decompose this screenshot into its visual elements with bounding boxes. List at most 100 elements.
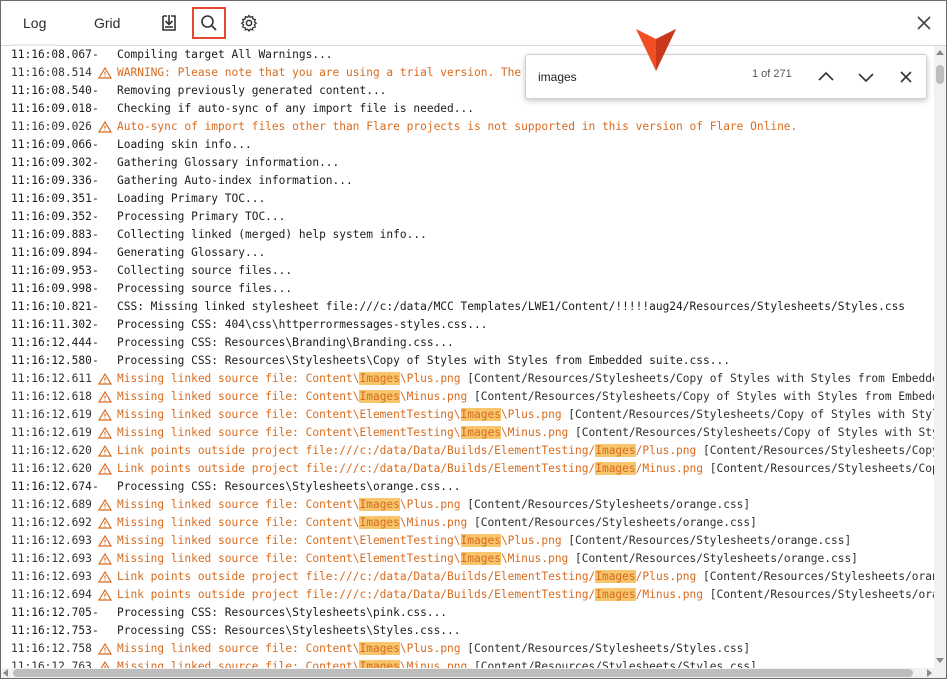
warning-icon xyxy=(98,516,112,529)
horizontal-scrollbar[interactable] xyxy=(1,668,934,678)
scroll-left-icon[interactable] xyxy=(3,669,8,677)
log-line: 11:16:09.336- Gathering Auto-index inform… xyxy=(1,172,934,190)
log-timestamp: 11:16:11.302 xyxy=(11,318,92,331)
search-highlight: Images xyxy=(359,516,400,529)
find-next-button[interactable] xyxy=(855,66,877,88)
vertical-scrollbar[interactable] xyxy=(934,46,946,666)
log-separator: - xyxy=(92,48,99,61)
close-icon xyxy=(917,16,931,30)
log-message-text: [Content/Resources/Stylesheets/Copy of S… xyxy=(561,408,934,421)
log-message: Loading Primary TOC... xyxy=(117,190,265,208)
warning-icon xyxy=(98,120,112,133)
scroll-down-icon[interactable] xyxy=(936,658,944,663)
log-message-text: Link points outside project file:///c:/d… xyxy=(117,444,596,457)
log-message: Processing Primary TOC... xyxy=(117,208,285,226)
log-message: WARNING: Please note that you are using … xyxy=(117,64,535,82)
log-message-text: Link points outside project file:///c:/d… xyxy=(117,570,596,583)
log-timestamp: 11:16:12.619 xyxy=(11,408,92,421)
log-message-text: \Minus.png xyxy=(500,426,569,439)
log-line-warning: 11:16:12.611 Missing linked source file: … xyxy=(1,370,934,388)
log-line-warning: 11:16:12.758 Missing linked source file: … xyxy=(1,640,934,658)
log-timestamp: 11:16:12.692 xyxy=(11,516,92,529)
log-line-warning: 11:16:12.693 Missing linked source file: … xyxy=(1,550,934,568)
log-separator: - xyxy=(92,300,99,313)
search-button[interactable] xyxy=(192,7,226,39)
log-message-text: Processing CSS: 404\css\httperrormessage… xyxy=(117,318,488,331)
log-line: 11:16:12.705- Processing CSS: Resources\S… xyxy=(1,604,934,622)
search-highlight: Images xyxy=(595,444,636,457)
log-line: 11:16:12.674- Processing CSS: Resources\S… xyxy=(1,478,934,496)
search-highlight: Images xyxy=(359,390,400,403)
log-message-text: [Content/Resources/Stylesheets/orange xyxy=(696,570,934,583)
log-message-text: Removing previously generated content... xyxy=(117,84,387,97)
pointer-arrow-icon xyxy=(636,29,676,71)
log-line: 11:16:12.580- Processing CSS: Resources\S… xyxy=(1,352,934,370)
log-timestamp: 11:16:09.302 xyxy=(11,156,92,169)
log-message: Processing CSS: Resources\Stylesheets\Co… xyxy=(117,352,730,370)
tab-log[interactable]: Log xyxy=(12,1,57,46)
log-message-text: Collecting linked (merged) help system i… xyxy=(117,228,427,241)
log-message-text: [Content/Resources/Stylesheets/Copy xyxy=(703,462,934,475)
warning-icon xyxy=(98,462,112,475)
log-message: Missing linked source file: Content\Imag… xyxy=(117,514,757,532)
log-separator: - xyxy=(92,624,99,637)
log-separator: - xyxy=(92,210,99,223)
log-message-text: Gathering Auto-index information... xyxy=(117,174,353,187)
log-timestamp: 11:16:09.336 xyxy=(11,174,92,187)
log-message: Missing linked source file: Content\Imag… xyxy=(117,388,934,406)
scroll-right-icon[interactable] xyxy=(927,669,932,677)
log-line: 11:16:09.018- Checking if auto-sync of an… xyxy=(1,100,934,118)
find-previous-button[interactable] xyxy=(815,66,837,88)
log-timestamp: 11:16:10.821 xyxy=(11,300,92,313)
log-line-warning: 11:16:12.693 Link points outside project … xyxy=(1,568,934,586)
log-message-text: \Plus.png xyxy=(399,372,461,385)
log-message-text: Checking if auto-sync of any import file… xyxy=(117,102,474,115)
log-message-text: \Minus.png xyxy=(399,660,468,668)
log-message-text: Processing CSS: Resources\Stylesheets\Co… xyxy=(117,354,730,367)
log-line-warning: 11:16:12.620 Link points outside project … xyxy=(1,442,934,460)
search-highlight: Images xyxy=(359,498,400,511)
log-separator: - xyxy=(92,246,99,259)
log-separator: - xyxy=(92,282,99,295)
find-bar: 1 of 271 xyxy=(525,54,927,99)
warning-icon xyxy=(98,372,112,385)
log-message: Loading skin info... xyxy=(117,136,252,154)
warning-icon xyxy=(98,390,112,403)
scroll-up-icon[interactable] xyxy=(936,50,944,55)
log-separator: - xyxy=(92,318,99,331)
log-message-text: Link points outside project file:///c:/d… xyxy=(117,588,596,601)
warning-icon xyxy=(98,588,112,601)
log-separator: - xyxy=(92,228,99,241)
log-line: 11:16:09.066- Loading skin info... xyxy=(1,136,934,154)
log-message-text: Generating Glossary... xyxy=(117,246,266,259)
log-timestamp: 11:16:09.894 xyxy=(11,246,92,259)
log-separator: - xyxy=(92,480,99,493)
settings-button[interactable] xyxy=(232,7,266,39)
log-message-text: Processing CSS: Resources\Stylesheets\or… xyxy=(117,480,461,493)
toolbar: Log Grid xyxy=(1,1,946,46)
log-timestamp: 11:16:12.753 xyxy=(11,624,92,637)
log-separator: - xyxy=(92,138,99,151)
vertical-scroll-thumb[interactable] xyxy=(936,65,944,84)
close-window-button[interactable] xyxy=(914,13,934,33)
log-message-text: [Content/Resources/Stylesheets/Styles.cs… xyxy=(467,660,757,668)
tab-grid[interactable]: Grid xyxy=(94,1,120,45)
log-timestamp: 11:16:12.693 xyxy=(11,552,92,565)
horizontal-scroll-thumb[interactable] xyxy=(13,669,913,677)
log-output[interactable]: 11:16:08.067- Compiling target All Warnin… xyxy=(1,46,934,668)
log-separator: - xyxy=(92,102,99,115)
find-close-button[interactable] xyxy=(895,66,917,88)
log-message-text: /Minus.png xyxy=(635,588,703,601)
log-message: Missing linked source file: Content\Elem… xyxy=(117,550,858,568)
log-message-text: Processing CSS: Resources\Stylesheets\pi… xyxy=(117,606,448,619)
warning-icon xyxy=(98,444,112,457)
close-icon xyxy=(900,71,912,83)
log-message-text: Missing linked source file: Content\ xyxy=(117,516,360,529)
search-highlight: Images xyxy=(460,426,501,439)
log-timestamp: 11:16:12.763 xyxy=(11,660,92,668)
download-button[interactable] xyxy=(152,7,186,39)
log-timestamp: 11:16:09.351 xyxy=(11,192,92,205)
search-highlight: Images xyxy=(359,642,400,655)
find-match-count: 1 of 271 xyxy=(752,68,792,80)
log-message-text: Missing linked source file: Content\Elem… xyxy=(117,426,461,439)
